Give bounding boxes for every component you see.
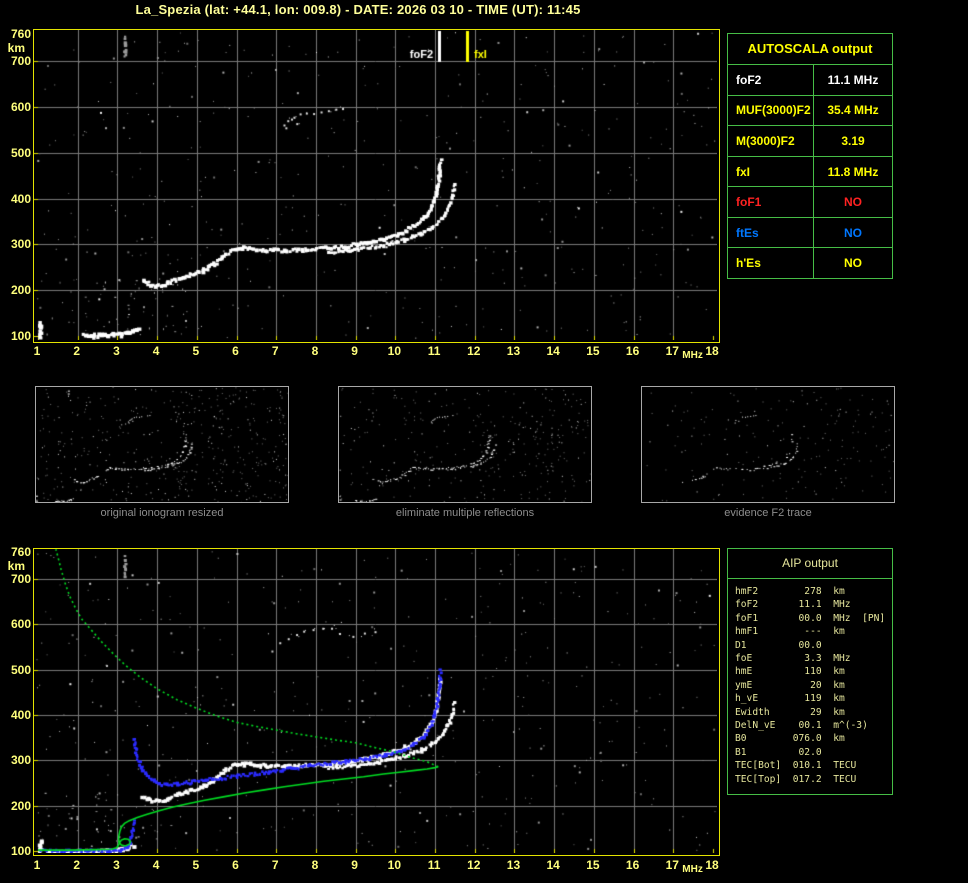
y-tick-label: 200 xyxy=(10,798,31,813)
aip-output-table: AIP output hmF2 278 km foF2 11.1 MHz foF… xyxy=(727,548,893,795)
autoscala-row-ftes: ftEs NO xyxy=(728,217,892,249)
x-tick-label: 16 xyxy=(625,344,640,358)
thumbnail-eliminate-canvas xyxy=(339,387,591,502)
page-title: La_Spezia (lat: +44.1, lon: 009.8) - DAT… xyxy=(135,2,581,17)
y-tick-label: 700 xyxy=(10,54,31,69)
thumbnail-caption-eliminate: eliminate multiple reflections xyxy=(395,507,535,519)
autoscala-output-table: AUTOSCALA output foF2 11.1 MHz MUF(3000)F2… xyxy=(727,33,893,279)
top-ionogram-canvas xyxy=(34,30,717,340)
x-tick-label: 4 xyxy=(152,344,160,358)
x-tick-label: 9 xyxy=(351,858,358,872)
x-tick-label: 14 xyxy=(546,858,560,872)
parameter-label: fxI xyxy=(736,164,751,179)
thumbnail-original-canvas xyxy=(36,387,288,502)
parameter-value: NO xyxy=(813,248,892,279)
x-tick-label: 8 xyxy=(311,344,319,358)
x-tick-label: 18 xyxy=(705,858,719,872)
x-tick-label: 5 xyxy=(192,858,200,872)
x-tick-label: 3 xyxy=(113,858,120,872)
x-tick-label: 11 xyxy=(427,858,441,872)
x-tick-label: 1 xyxy=(33,858,41,872)
y-tick-label: 760 xyxy=(10,27,31,41)
parameter-value: 35.4 MHz xyxy=(813,95,892,126)
thumbnail-caption-original: original ionogram resized xyxy=(100,507,224,519)
top-ionogram-plot xyxy=(33,29,720,343)
parameter-value: 11.1 MHz xyxy=(813,65,892,95)
y-tick-label: 300 xyxy=(10,753,31,768)
x-tick-label: 7 xyxy=(271,858,279,872)
x-tick-label: 7 xyxy=(271,344,279,358)
x-tick-label: 6 xyxy=(232,858,239,872)
thumbnail-eliminate-reflections xyxy=(338,386,592,503)
y-tick-label: 200 xyxy=(10,283,31,298)
parameter-label: MUF(3000)F2 xyxy=(736,103,811,118)
y-tick-label: 700 xyxy=(10,572,31,587)
aip-table-rows: hmF2 278 km foF2 11.1 MHz foF1 00.0 MHz … xyxy=(735,586,886,785)
x-tick-label: 10 xyxy=(387,858,402,872)
parameter-value: NO xyxy=(813,217,892,248)
y-tick-label: 400 xyxy=(10,708,31,723)
x-tick-label: 15 xyxy=(586,858,600,872)
x-tick-label: 10 xyxy=(387,344,402,358)
autoscala-row-m-3000-f2: M(3000)F2 3.19 xyxy=(728,126,892,157)
x-tick-label: 12 xyxy=(467,344,481,358)
x-axis-unit: MHz xyxy=(682,350,703,361)
thumbnail-evidence-f2 xyxy=(641,386,895,503)
parameter-value: NO xyxy=(813,187,892,217)
autoscala-row-h-es: h'Es NO xyxy=(728,248,892,279)
y-tick-label: 600 xyxy=(10,100,31,115)
y-tick-label: 500 xyxy=(10,662,31,677)
parameter-label: M(3000)F2 xyxy=(736,133,795,148)
autoscala-row-muf-3000-f2: MUF(3000)F2 35.4 MHz xyxy=(728,95,892,127)
x-tick-label: 5 xyxy=(192,344,200,358)
thumbnail-evidence-canvas xyxy=(642,387,894,502)
y-tick-label: 760 xyxy=(10,545,31,559)
parameter-label: foF2 xyxy=(736,72,762,87)
y-tick-label: 100 xyxy=(10,844,31,858)
x-tick-label: 12 xyxy=(467,858,481,872)
autoscala-output-screen: La_Spezia (lat: +44.1, lon: 009.8) - DAT… xyxy=(0,0,968,883)
y-tick-label: 400 xyxy=(10,191,31,206)
x-tick-label: 8 xyxy=(311,858,319,872)
parameter-label: foF1 xyxy=(736,195,762,210)
x-tick-label: 1 xyxy=(33,344,41,358)
y-axis-unit: km xyxy=(7,41,25,55)
x-tick-label: 11 xyxy=(427,344,441,358)
autoscala-row-fof1: foF1 NO xyxy=(728,187,892,218)
autoscala-table-rows: foF2 11.1 MHz MUF(3000)F2 35.4 MHz M(3000)F2… xyxy=(728,65,892,279)
y-axis-unit: km xyxy=(7,559,25,573)
parameter-value: 11.8 MHz xyxy=(813,156,892,187)
x-tick-label: 2 xyxy=(73,344,81,358)
x-tick-label: 3 xyxy=(113,344,120,358)
autoscala-row-fof2: foF2 11.1 MHz xyxy=(728,65,892,96)
bottom-ionogram-plot xyxy=(33,548,720,856)
y-tick-label: 500 xyxy=(10,145,31,160)
x-tick-label: 6 xyxy=(232,344,239,358)
bottom-ionogram-canvas xyxy=(34,549,717,853)
x-tick-label: 13 xyxy=(506,344,521,358)
thumbnail-caption-evidence: evidence F2 trace xyxy=(724,507,812,519)
y-tick-label: 600 xyxy=(10,617,31,632)
x-tick-label: 16 xyxy=(625,858,640,872)
autoscala-table-title: AUTOSCALA output xyxy=(728,34,892,65)
autoscala-row-fxi: fxI 11.8 MHz xyxy=(728,156,892,188)
parameter-label: ftEs xyxy=(736,225,759,240)
x-tick-label: 2 xyxy=(73,858,81,872)
thumbnail-original-ionogram xyxy=(35,386,289,503)
parameter-value: 3.19 xyxy=(813,126,892,156)
x-tick-label: 18 xyxy=(705,344,719,358)
x-tick-label: 15 xyxy=(586,344,600,358)
x-tick-label: 4 xyxy=(152,858,160,872)
parameter-label: h'Es xyxy=(736,256,761,271)
x-tick-label: 9 xyxy=(351,344,358,358)
x-tick-label: 13 xyxy=(506,858,521,872)
y-tick-label: 100 xyxy=(10,329,31,343)
y-tick-label: 300 xyxy=(10,237,31,252)
x-tick-label: 14 xyxy=(546,344,560,358)
aip-table-title: AIP output xyxy=(728,549,892,579)
x-axis-unit: MHz xyxy=(682,864,703,875)
